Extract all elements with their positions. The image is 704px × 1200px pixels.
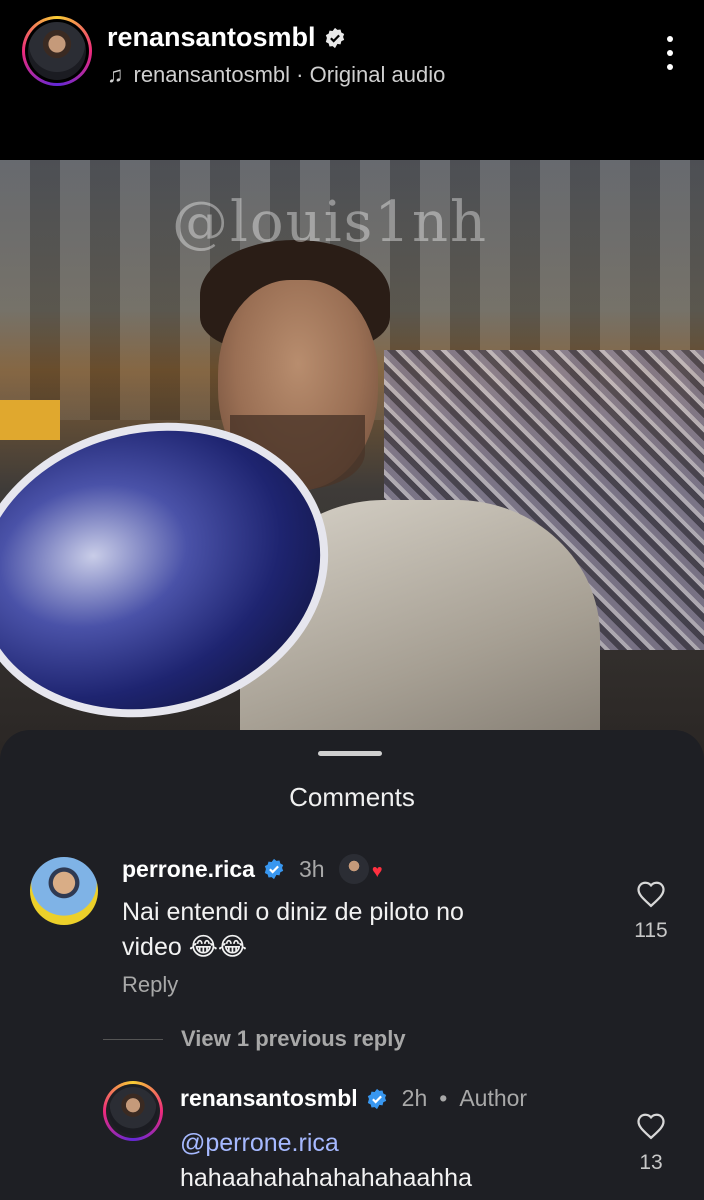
author-liked-avatar: ♥ [338, 854, 383, 884]
reply-username[interactable]: renansantosmbl [180, 1085, 358, 1112]
post-header: renansantosmbl ♫ renansantosmbl · Origin… [0, 0, 704, 160]
heart-outline-icon[interactable] [636, 1112, 666, 1140]
separator-dot: • [439, 1085, 448, 1111]
commenter-avatar[interactable] [30, 857, 98, 925]
sheet-title: Comments [289, 782, 415, 812]
like-count: 13 [639, 1151, 663, 1174]
like-count: 115 [634, 919, 668, 942]
more-options-icon[interactable] [666, 36, 674, 70]
author-badge: Author [459, 1085, 528, 1111]
video-watermark: @louis1nh [172, 190, 489, 255]
audio-label: renansantosmbl · Original audio [133, 62, 446, 87]
reel-video[interactable]: @louis1nh [0, 160, 704, 760]
view-replies-label[interactable]: View 1 previous reply [181, 1026, 406, 1052]
reply-button[interactable]: Reply [122, 972, 178, 998]
heart-outline-icon[interactable] [636, 880, 666, 908]
comment-text-line: video 😂😂 [122, 933, 248, 961]
comments-sheet: Comments perrone.rica 3h ♥ Nai entendi o… [0, 730, 704, 1200]
music-note-icon: ♫ [107, 62, 124, 87]
comment-header: perrone.rica 3h ♥ [122, 854, 383, 884]
view-replies-toggle[interactable]: View 1 previous reply [103, 1026, 406, 1052]
comment-text-line: Nai entendi o diniz de piloto no [122, 898, 464, 926]
comment-text: Nai entendi o diniz de piloto no video 😂… [122, 895, 464, 965]
verified-icon [264, 858, 284, 880]
verified-icon [367, 1088, 386, 1109]
verified-icon [325, 27, 344, 48]
mention-link[interactable]: @perrone.rica [180, 1126, 472, 1161]
reply-time: 2h [401, 1085, 428, 1111]
profile-avatar[interactable] [22, 16, 92, 86]
comment-time: 3h [298, 855, 325, 882]
post-username[interactable]: renansantosmbl [107, 22, 346, 53]
heart-filled-icon: ♥ [371, 861, 383, 881]
reply-header: renansantosmbl 2h • Author [180, 1085, 527, 1112]
sheet-drag-handle[interactable] [318, 751, 382, 756]
reply-text: @perrone.rica hahaahahahahahahaahha [180, 1126, 472, 1196]
reply-like-control[interactable]: 13 [621, 1112, 681, 1175]
like-control[interactable]: 115 [621, 880, 681, 943]
audio-link[interactable]: ♫ renansantosmbl · Original audio [107, 62, 445, 88]
divider-line [103, 1038, 163, 1040]
reply-avatar[interactable] [103, 1081, 163, 1141]
sponsor-banner [0, 400, 60, 440]
commenter-username[interactable]: perrone.rica [122, 856, 255, 883]
reply-text-line: hahaahahahahahahaahha [180, 1164, 472, 1192]
username-text: renansantosmbl [107, 22, 316, 52]
